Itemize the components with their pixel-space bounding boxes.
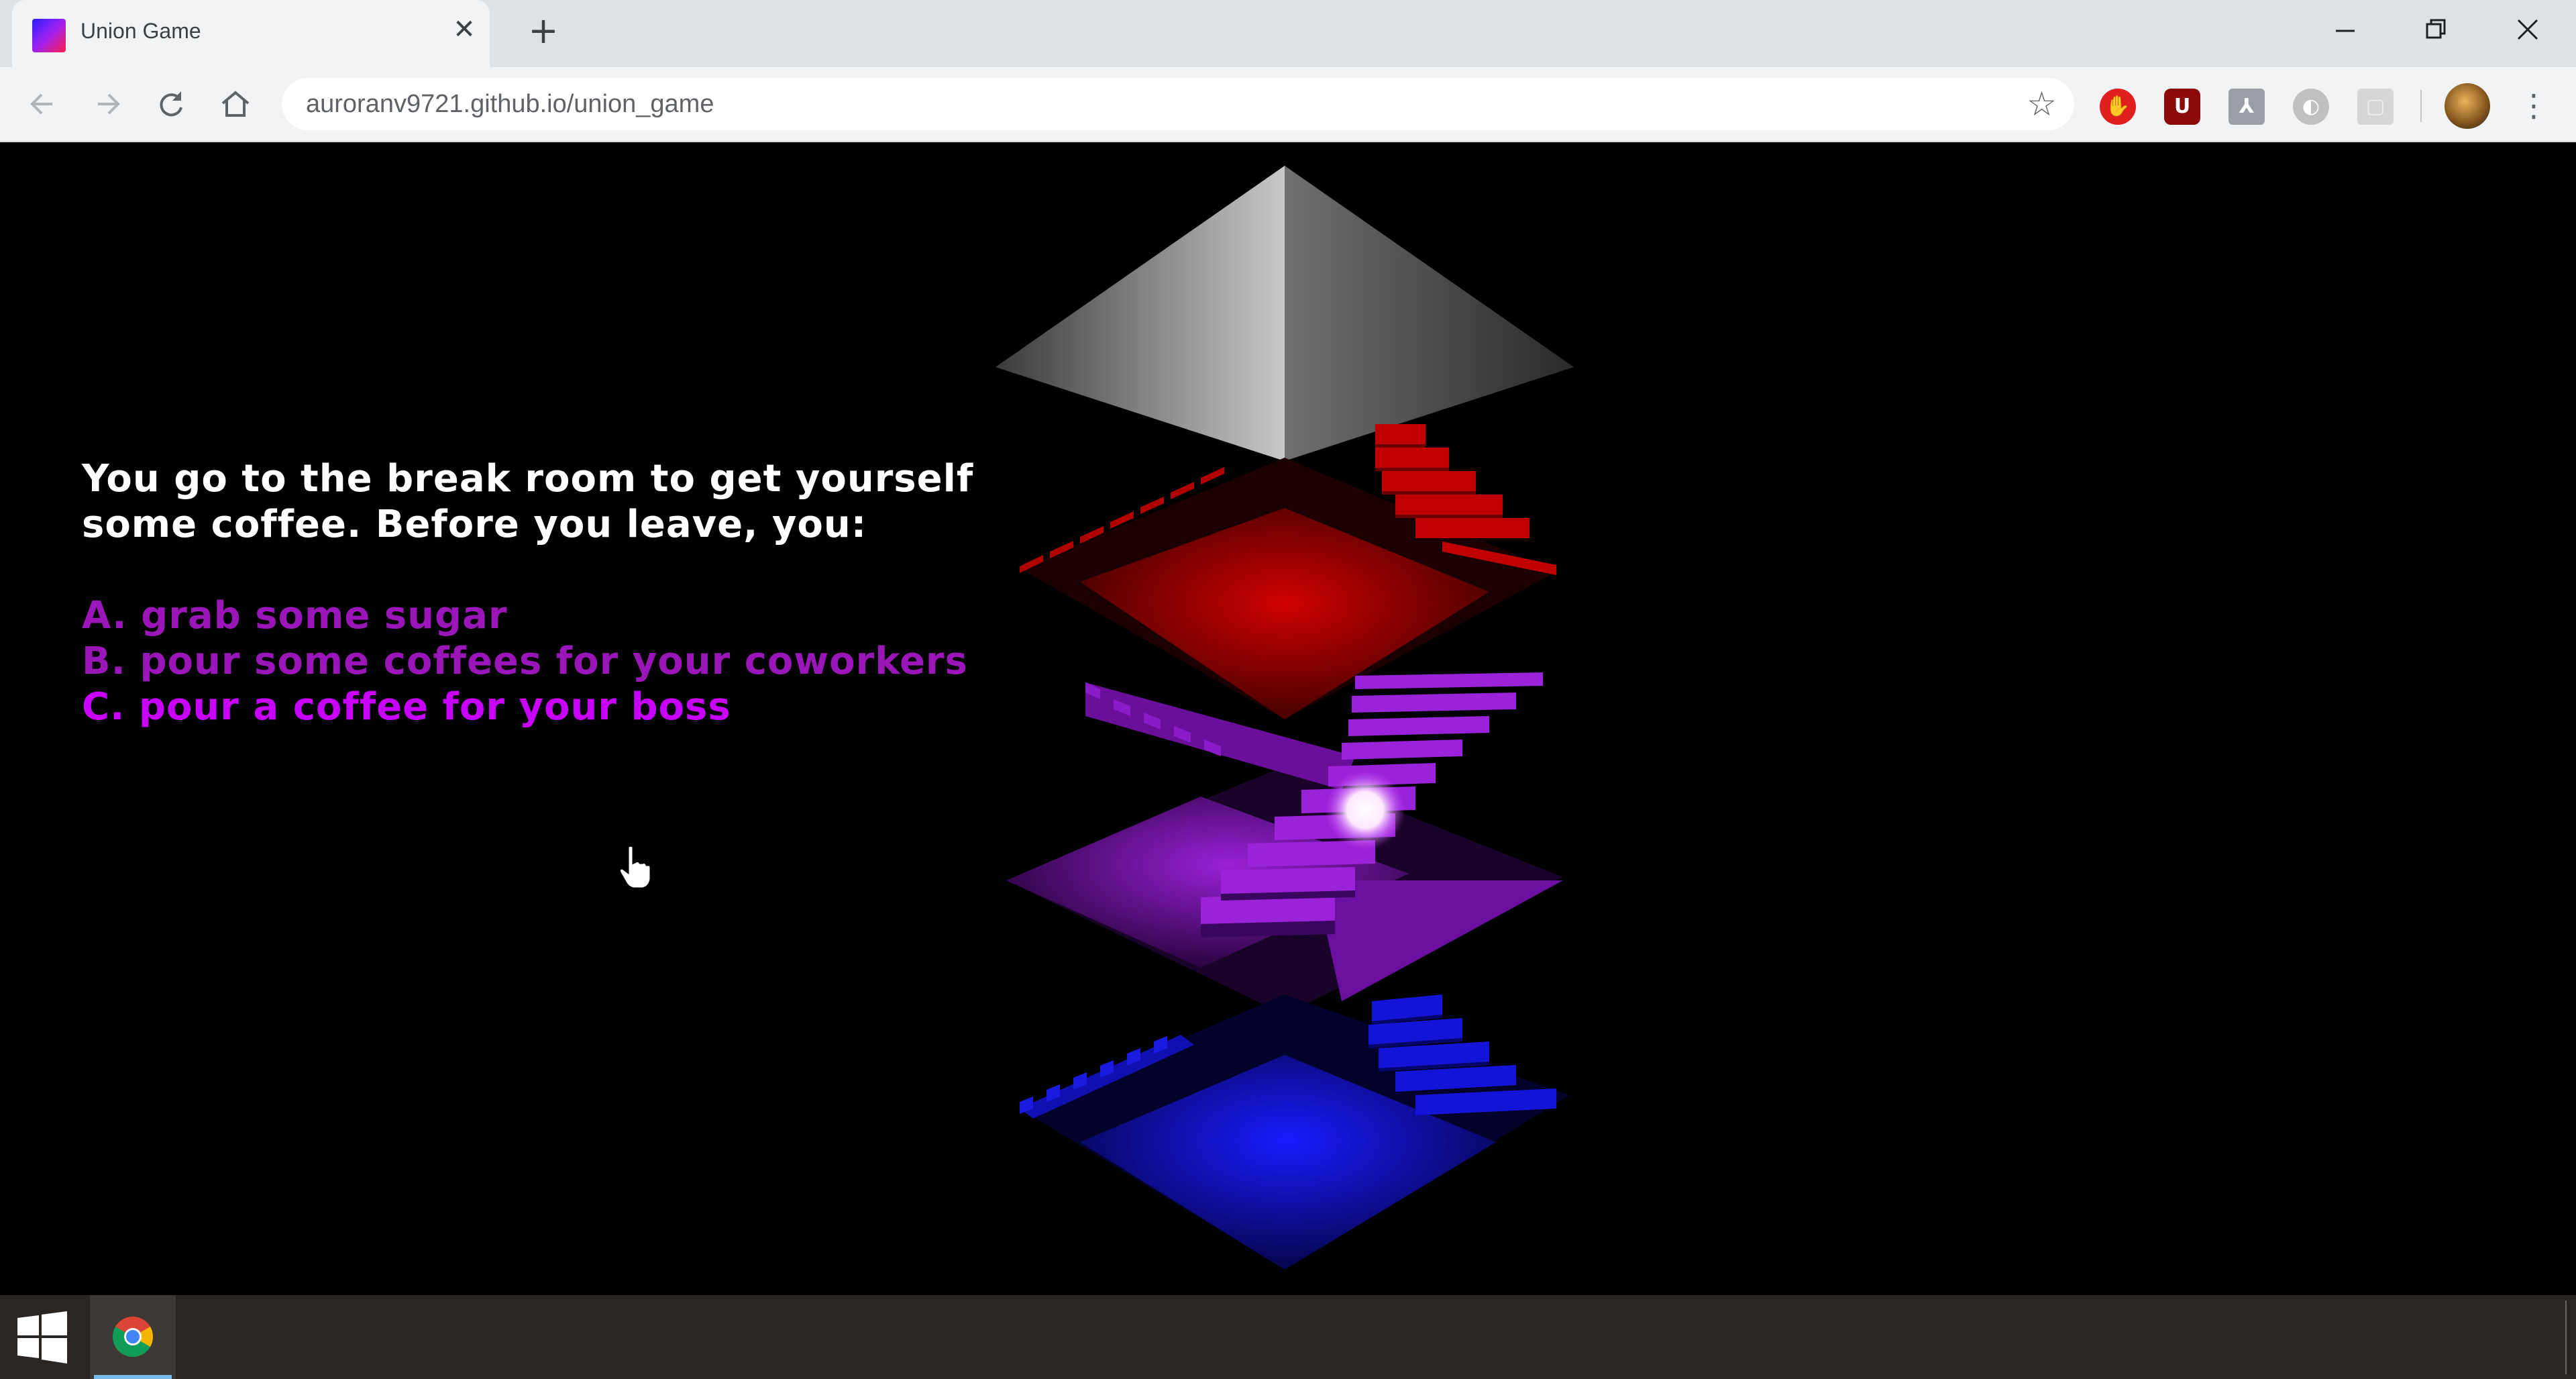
pyramid-roof [996, 166, 1574, 461]
show-desktop-button[interactable] [2565, 1300, 2567, 1374]
taskbar-chrome-button[interactable] [90, 1295, 176, 1379]
home-button[interactable] [213, 82, 258, 126]
three-dots-menu-icon[interactable]: ⋮ [2517, 83, 2551, 127]
tower-scene [996, 166, 1574, 1270]
close-icon [2517, 19, 2538, 40]
active-app-indicator [94, 1375, 172, 1379]
close-window-button[interactable] [2482, 0, 2573, 60]
toolbar-divider [2420, 90, 2422, 122]
blue-floor [1020, 994, 1570, 1270]
choice-a[interactable]: A. grab some sugar [82, 593, 1008, 639]
restore-icon [2426, 19, 2446, 39]
restore-window-button[interactable] [2391, 0, 2482, 60]
browser-tab[interactable]: Union Game ✕ [12, 0, 490, 67]
hand-cursor-icon [619, 844, 652, 890]
grey-extension-icon[interactable]: ◐ [2293, 89, 2329, 125]
prompt-line-1: You go to the break room to get yourself [82, 457, 974, 501]
choice-c[interactable]: C. pour a coffee for your boss [82, 684, 1008, 730]
reload-button[interactable] [149, 82, 193, 126]
forward-arrow-icon [98, 93, 120, 115]
purple-floor [1006, 672, 1563, 1015]
pdf-icon[interactable]: ⅄ [2229, 89, 2265, 125]
tab-strip: Union Game ✕ + [0, 0, 2576, 67]
back-arrow-icon [30, 93, 52, 115]
url-text[interactable]: auroranv9721.github.io/union_game [306, 89, 714, 119]
ublock-icon[interactable]: U [2164, 89, 2200, 125]
address-bar[interactable]: auroranv9721.github.io/union_game ☆ [282, 78, 2074, 130]
story-panel: You go to the break room to get yourself… [82, 456, 1008, 730]
windows-taskbar [0, 1295, 2576, 1379]
minimize-icon [2336, 30, 2355, 32]
reload-icon [160, 91, 182, 117]
forward-button[interactable] [86, 82, 130, 126]
choice-b[interactable]: B. pour some coffees for your coworkers [82, 639, 1008, 684]
windows-logo-icon[interactable] [15, 1310, 70, 1365]
tab-title: Union Game [80, 19, 201, 43]
close-tab-icon[interactable]: ✕ [449, 15, 479, 44]
profile-avatar[interactable] [2445, 83, 2490, 129]
choice-list: A. grab some sugar B. pour some coffees … [82, 593, 1008, 730]
home-icon [221, 91, 250, 117]
adblock-icon[interactable]: ✋ [2100, 89, 2136, 125]
new-tab-button[interactable]: + [525, 12, 562, 50]
minimize-window-button[interactable] [2300, 0, 2391, 60]
glowing-orb [1325, 770, 1405, 850]
union-game-favicon-icon [32, 19, 66, 52]
bookmark-star-icon[interactable]: ☆ [2027, 85, 2057, 123]
back-button[interactable] [20, 82, 64, 126]
prompt-line-2: some coffee. Before you leave, you: [82, 503, 867, 546]
chrome-icon [112, 1317, 154, 1358]
pocket-icon[interactable]: ▢ [2357, 89, 2394, 125]
